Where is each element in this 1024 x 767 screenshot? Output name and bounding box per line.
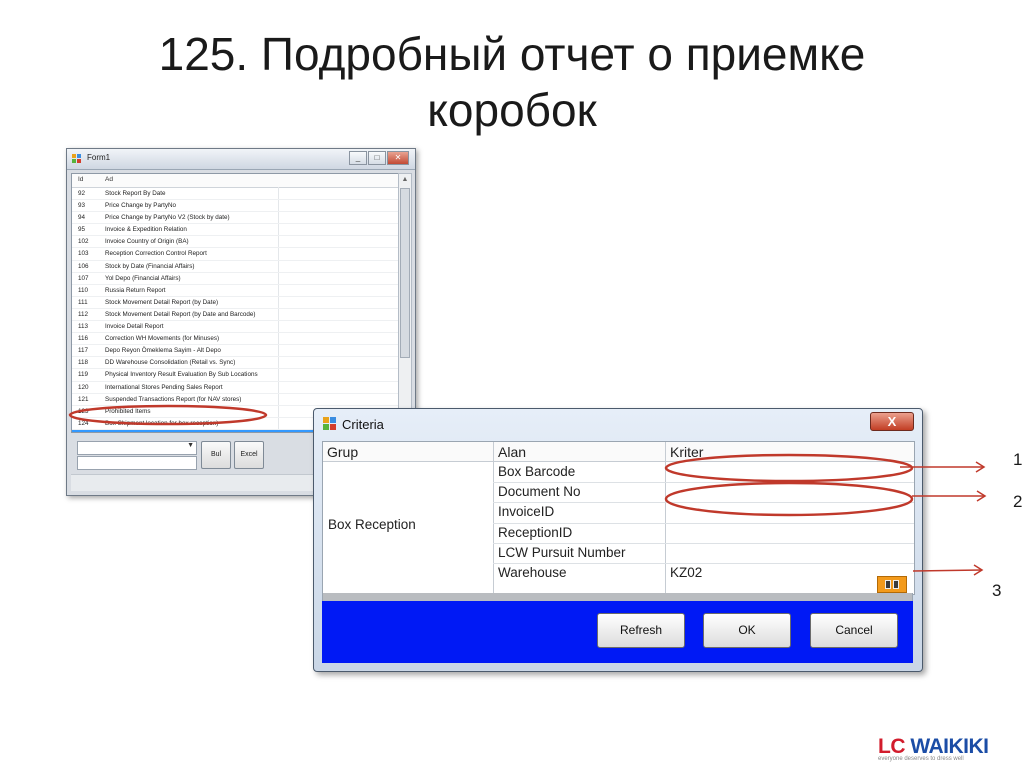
brand-logo-part-a: LC	[878, 735, 911, 758]
highlight-ellipse-form1	[68, 404, 268, 426]
highlight-ellipse-document-no	[664, 481, 914, 517]
highlight-ellipse-box-barcode	[664, 453, 914, 483]
brand-tagline: everyone deserves to dress well	[878, 756, 964, 762]
annotation-number-2: 2	[1013, 492, 1023, 511]
brand-logo: LC WAIKIKI everyone deserves to dress we…	[878, 735, 989, 762]
annotation-number-3: 3	[992, 581, 1002, 600]
annotation-number-1: 1	[1013, 450, 1023, 469]
brand-logo-part-b: WAIKIKI	[910, 735, 989, 758]
annotation-layer	[68, 404, 987, 576]
arrow-3	[912, 569, 983, 572]
